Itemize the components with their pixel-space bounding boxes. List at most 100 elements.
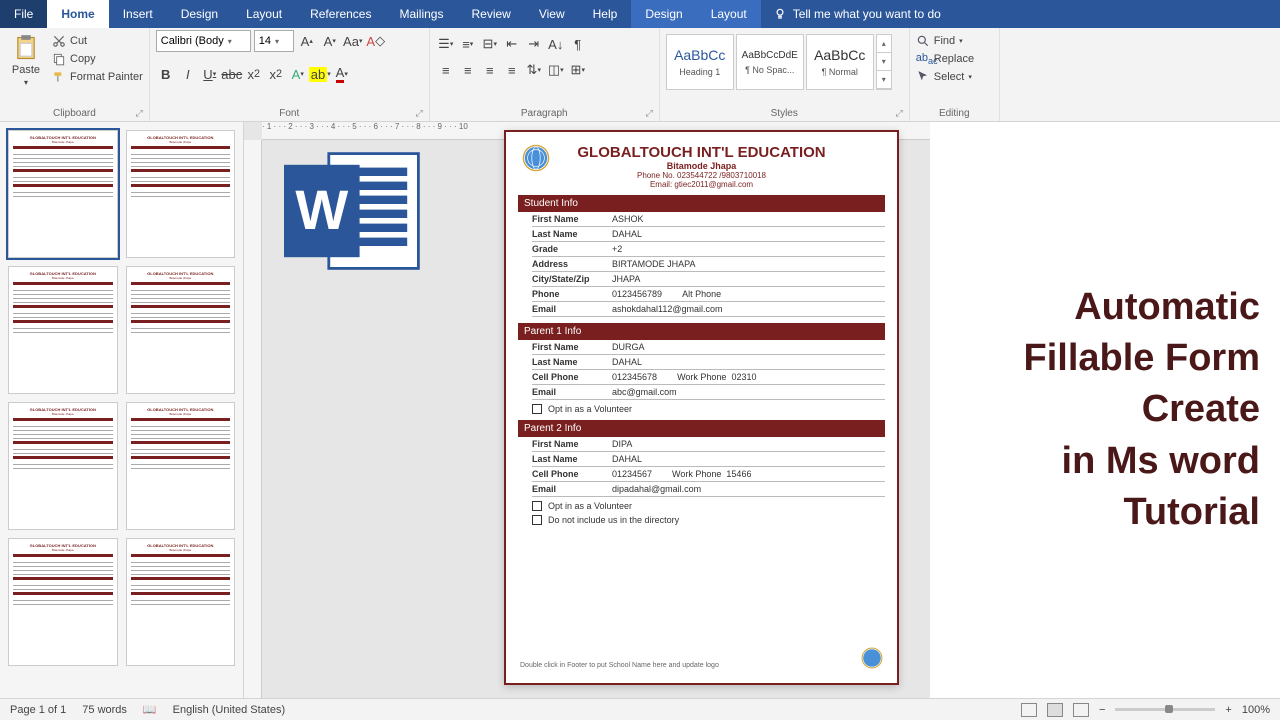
read-mode-button[interactable]: [1021, 703, 1037, 717]
status-words[interactable]: 75 words: [82, 704, 127, 716]
copy-button[interactable]: Copy: [52, 52, 143, 66]
tab-layout[interactable]: Layout: [232, 0, 296, 28]
clipboard-launcher[interactable]: ⤢: [136, 108, 143, 119]
align-right-button[interactable]: ≡: [480, 60, 500, 80]
tab-help[interactable]: Help: [579, 0, 632, 28]
document-page[interactable]: GLOBALTOUCH INT'L EDUCATION Bitamode Jha…: [504, 130, 899, 685]
checkbox-row[interactable]: Opt in as a Volunteer: [532, 404, 885, 414]
tab-view[interactable]: View: [525, 0, 579, 28]
zoom-in-button[interactable]: +: [1225, 704, 1231, 716]
style-heading1[interactable]: AaBbCcHeading 1: [666, 34, 734, 90]
field-row[interactable]: Cell Phone012345678Work Phone 02310: [532, 370, 885, 385]
font-size-combo[interactable]: 14▾: [254, 30, 294, 52]
borders-button[interactable]: ⊞▾: [568, 60, 588, 80]
tab-references[interactable]: References: [296, 0, 385, 28]
page-thumbnail[interactable]: GLOBALTOUCH INT'L EDUCATIONBitamode Jhap…: [126, 130, 236, 258]
field-row[interactable]: Grade+2: [532, 242, 885, 257]
tab-home[interactable]: Home: [47, 0, 108, 28]
format-painter-button[interactable]: Format Painter: [52, 70, 143, 84]
inc-indent-button[interactable]: ⇥: [524, 34, 544, 54]
print-layout-button[interactable]: [1047, 703, 1063, 717]
styles-launcher[interactable]: ⤢: [896, 108, 903, 119]
change-case-button[interactable]: Aa▾: [343, 31, 363, 51]
find-button[interactable]: Find ▾: [916, 34, 963, 48]
shrink-font-button[interactable]: A▾: [320, 31, 340, 51]
font-launcher[interactable]: ⤢: [416, 108, 423, 119]
field-row[interactable]: First NameDIPA: [532, 437, 885, 452]
dec-indent-button[interactable]: ⇤: [502, 34, 522, 54]
shading-button[interactable]: ◫▾: [546, 60, 566, 80]
underline-button[interactable]: U▾: [200, 64, 220, 84]
checkbox-row[interactable]: Do not include us in the directory: [532, 515, 885, 525]
style-normal[interactable]: AaBbCc¶ Normal: [806, 34, 874, 90]
page-thumbnail[interactable]: GLOBALTOUCH INT'L EDUCATIONBitamode Jhap…: [8, 538, 118, 666]
justify-button[interactable]: ≡: [502, 60, 522, 80]
status-page[interactable]: Page 1 of 1: [10, 704, 66, 716]
show-marks-button[interactable]: ¶: [568, 34, 588, 54]
field-row[interactable]: Emaildipadahal@gmail.com: [532, 482, 885, 497]
style-no-spacing[interactable]: AaBbCcDdE¶ No Spac...: [736, 34, 804, 90]
paste-button[interactable]: Paste ▾: [6, 30, 46, 87]
page-thumbnail[interactable]: GLOBALTOUCH INT'L EDUCATIONBitamode Jhap…: [126, 402, 236, 530]
vertical-ruler[interactable]: [244, 140, 262, 698]
field-row[interactable]: First NameASHOK: [532, 212, 885, 227]
checkbox-row[interactable]: Opt in as a Volunteer: [532, 501, 885, 511]
field-row[interactable]: AddressBIRTAMODE JHAPA: [532, 257, 885, 272]
bold-button[interactable]: B: [156, 64, 176, 84]
field-row[interactable]: Last NameDAHAL: [532, 355, 885, 370]
tab-ctx-design[interactable]: Design: [631, 0, 696, 28]
field-label: Last Name: [532, 454, 612, 464]
field-row[interactable]: Cell Phone01234567Work Phone 15466: [532, 467, 885, 482]
spellcheck-icon[interactable]: 📖: [143, 703, 157, 716]
field-row[interactable]: Phone0123456789Alt Phone: [532, 287, 885, 302]
replace-button[interactable]: abacReplace: [916, 52, 974, 66]
align-center-button[interactable]: ≡: [458, 60, 478, 80]
tab-file[interactable]: File: [0, 0, 47, 28]
field-row[interactable]: Last NameDAHAL: [532, 227, 885, 242]
status-language[interactable]: English (United States): [173, 704, 286, 716]
bullets-button[interactable]: ☰▾: [436, 34, 456, 54]
page-thumbnail[interactable]: GLOBALTOUCH INT'L EDUCATIONBitamode Jhap…: [126, 538, 236, 666]
superscript-button[interactable]: x2: [266, 64, 286, 84]
field-row[interactable]: First NameDURGA: [532, 340, 885, 355]
cut-button[interactable]: Cut: [52, 34, 143, 48]
grow-font-button[interactable]: A▴: [297, 31, 317, 51]
tab-insert[interactable]: Insert: [109, 0, 167, 28]
page-thumbnail[interactable]: GLOBALTOUCH INT'L EDUCATIONBitamode Jhap…: [8, 266, 118, 394]
page-thumbnail[interactable]: GLOBALTOUCH INT'L EDUCATIONBitamode Jhap…: [8, 130, 118, 258]
font-color-button[interactable]: A▾: [332, 64, 352, 84]
tab-review[interactable]: Review: [457, 0, 524, 28]
sort-button[interactable]: A↓: [546, 34, 566, 54]
clear-formatting-button[interactable]: A◇: [366, 31, 386, 51]
tell-me-search[interactable]: Tell me what you want to do: [761, 0, 953, 28]
globe-logo-icon: [522, 144, 550, 172]
select-button[interactable]: Select ▾: [916, 70, 972, 84]
field-value: dipadahal@gmail.com: [612, 484, 885, 494]
font-name-combo[interactable]: Calibri (Body▾: [156, 30, 251, 52]
tab-design[interactable]: Design: [167, 0, 232, 28]
paragraph-launcher[interactable]: ⤢: [646, 108, 653, 119]
subscript-button[interactable]: x2: [244, 64, 264, 84]
italic-button[interactable]: I: [178, 64, 198, 84]
page-thumbnail[interactable]: GLOBALTOUCH INT'L EDUCATIONBitamode Jhap…: [8, 402, 118, 530]
field-row[interactable]: Emailashokdahal112@gmail.com: [532, 302, 885, 317]
field-row[interactable]: Last NameDAHAL: [532, 452, 885, 467]
tab-mailings[interactable]: Mailings: [385, 0, 457, 28]
field-row[interactable]: Emailabc@gmail.com: [532, 385, 885, 400]
highlight-button[interactable]: ab▾: [310, 64, 330, 84]
zoom-level[interactable]: 100%: [1242, 704, 1270, 716]
styles-scroller[interactable]: ▴▾▾: [876, 34, 892, 90]
align-left-button[interactable]: ≡: [436, 60, 456, 80]
page-thumbnail[interactable]: GLOBALTOUCH INT'L EDUCATIONBitamode Jhap…: [126, 266, 236, 394]
zoom-slider[interactable]: [1115, 708, 1215, 711]
web-layout-button[interactable]: [1073, 703, 1089, 717]
tab-ctx-layout[interactable]: Layout: [697, 0, 761, 28]
text-effects-button[interactable]: A▾: [288, 64, 308, 84]
numbering-button[interactable]: ≡▾: [458, 34, 478, 54]
zoom-out-button[interactable]: −: [1099, 704, 1105, 716]
multilevel-button[interactable]: ⊟▾: [480, 34, 500, 54]
line-spacing-button[interactable]: ⇅▾: [524, 60, 544, 80]
field-row[interactable]: City/State/ZipJHAPA: [532, 272, 885, 287]
strikethrough-button[interactable]: abc: [222, 64, 242, 84]
field-value: ASHOK: [612, 214, 885, 224]
